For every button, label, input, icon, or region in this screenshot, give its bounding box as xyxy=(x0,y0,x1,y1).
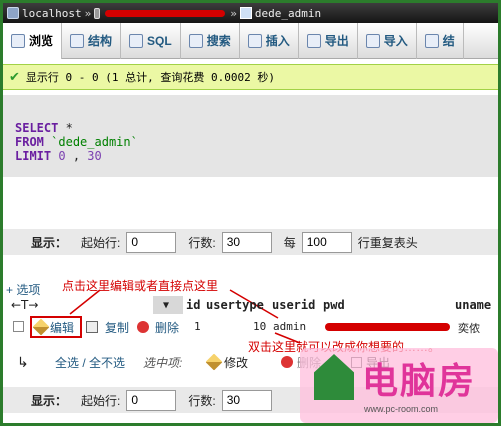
bulk-edit-button[interactable]: 修改 xyxy=(205,353,249,371)
start-label: 起始行: xyxy=(81,235,121,250)
tab-label: 结构 xyxy=(88,34,113,48)
rows-label-bottom: 行数: xyxy=(188,393,216,408)
table-row: 编辑 复制 删除 1 10 admin 奕侬 xyxy=(3,316,498,338)
tab-structure[interactable]: 结构 xyxy=(62,22,122,59)
sql-keyword-select: SELECT xyxy=(15,121,59,135)
watermark-brand: 电脑房 xyxy=(362,360,477,402)
redacted-database-name xyxy=(105,9,226,17)
server-icon xyxy=(7,7,19,19)
bulk-arrow-icon: ↳ xyxy=(17,353,29,370)
nav-form-top: 显示： 起始行: 行数: 每 行重复表头 xyxy=(3,229,498,255)
sql-keyword-limit: LIMIT xyxy=(15,149,52,163)
tab-label: 浏览 xyxy=(29,34,54,48)
sql-table-name: `dede_admin` xyxy=(51,135,138,149)
house-icon xyxy=(314,354,354,400)
tab-browse[interactable]: 浏览 xyxy=(3,22,63,59)
redacted-password[interactable] xyxy=(325,323,450,331)
deselect-all-link[interactable]: 全不选 xyxy=(89,356,125,370)
edit-button[interactable]: 编辑 xyxy=(30,316,82,338)
edit-link[interactable]: 编辑 xyxy=(50,319,74,336)
breadcrumb-separator-2: » xyxy=(230,6,237,20)
checkmark-icon: ✔ xyxy=(9,69,20,84)
column-resize-arrows-icon[interactable]: ←T→ xyxy=(11,298,38,312)
watermark-url: www.pc-room.com xyxy=(364,404,439,414)
import-icon xyxy=(365,33,380,48)
cell-id[interactable]: 1 xyxy=(194,320,201,333)
row-checkbox[interactable] xyxy=(13,321,24,332)
start-row-input-bottom[interactable] xyxy=(126,389,177,411)
tab-import[interactable]: 导入 xyxy=(358,22,417,59)
sql-count: 30 xyxy=(87,149,102,163)
sql-query-box: SELECT * FROM `dede_admin` LIMIT 0 , 30 xyxy=(3,95,498,177)
every-label: 每 xyxy=(283,235,296,250)
tab-label: 导出 xyxy=(324,34,349,48)
sql-keyword-from: FROM xyxy=(15,135,44,149)
copy-link[interactable]: 复制 xyxy=(105,319,129,336)
success-message: ✔ 显示行 0 - 0 (1 总计, 查询花费 0.0002 秒) xyxy=(3,64,498,90)
start-row-input[interactable] xyxy=(126,231,177,253)
column-header-uname[interactable]: uname xyxy=(455,298,491,312)
results-header: ←T→ ▼ id usertype userid pwd uname xyxy=(3,296,498,314)
structure-icon xyxy=(424,33,439,48)
sql-star: * xyxy=(65,121,73,135)
select-all-link[interactable]: 全选 xyxy=(55,356,79,370)
breadcrumb-separator: » xyxy=(84,6,92,20)
pencil-icon xyxy=(32,318,50,336)
cell-uname[interactable]: 奕侬 xyxy=(458,320,480,336)
structure-icon xyxy=(70,33,85,48)
rows-count-input[interactable] xyxy=(221,231,272,253)
with-selected-label: 选中项: xyxy=(143,355,183,370)
repeat-header-label: 行重复表头 xyxy=(357,235,418,250)
repeat-header-input[interactable] xyxy=(301,231,352,253)
sql-comma: , xyxy=(72,149,81,163)
cell-usertype[interactable]: 10 xyxy=(253,320,266,333)
column-header-userid[interactable]: userid xyxy=(272,298,315,312)
tab-label: 搜索 xyxy=(206,34,231,48)
tab-label: SQL xyxy=(147,33,172,48)
delete-icon xyxy=(137,321,149,333)
browse-icon xyxy=(11,33,25,48)
tab-search[interactable]: 搜索 xyxy=(181,22,240,59)
chevron-down-icon: ▼ xyxy=(163,299,170,311)
column-header-pwd[interactable]: pwd xyxy=(323,298,345,312)
export-icon xyxy=(306,33,321,48)
tab-label: 插入 xyxy=(265,34,290,48)
tab-label: 结 xyxy=(442,34,455,48)
delete-icon xyxy=(281,356,293,368)
insert-icon xyxy=(247,33,262,48)
rows-label: 行数: xyxy=(188,235,216,250)
search-icon xyxy=(188,33,203,48)
annotation-edit-hint: 点击这里编辑或者直接点这里 xyxy=(62,279,219,293)
breadcrumb: localhost » » dede_admin xyxy=(3,3,498,23)
show-label: 显示： xyxy=(31,235,68,250)
column-header-id[interactable]: id xyxy=(186,298,200,312)
tab-label: 导入 xyxy=(383,34,408,48)
sql-offset: 0 xyxy=(58,149,66,163)
pencil-icon xyxy=(205,353,223,371)
database-icon xyxy=(94,7,101,19)
tab-export[interactable]: 导出 xyxy=(299,22,358,59)
tab-structure-2[interactable]: 结 xyxy=(417,22,464,59)
watermark-logo: 电脑房 www.pc-room.com xyxy=(300,348,498,423)
show-label-bottom: 显示： xyxy=(31,393,68,408)
sql-icon xyxy=(129,33,144,48)
table-icon xyxy=(239,7,252,19)
copy-icon xyxy=(86,321,98,333)
select-all-links: 全选 / 全不选 xyxy=(55,354,125,371)
success-text: 显示行 0 - 0 (1 总计, 查询花费 0.0002 秒) xyxy=(25,71,275,84)
tab-insert[interactable]: 插入 xyxy=(240,22,299,59)
breadcrumb-table[interactable]: dede_admin xyxy=(255,7,321,20)
delete-link[interactable]: 删除 xyxy=(155,319,179,336)
select-separator: / xyxy=(82,355,86,370)
column-header-usertype[interactable]: usertype xyxy=(206,298,264,312)
breadcrumb-server[interactable]: localhost xyxy=(22,7,82,20)
rows-count-input-bottom[interactable] xyxy=(221,389,272,411)
bulk-edit-label: 修改 xyxy=(224,355,249,370)
tab-sql[interactable]: SQL xyxy=(121,22,181,59)
tab-bar: 浏览 结构 SQL 搜索 插入 导出 导入 结 xyxy=(3,22,498,59)
start-label-bottom: 起始行: xyxy=(81,393,121,408)
cell-userid[interactable]: admin xyxy=(273,320,306,333)
